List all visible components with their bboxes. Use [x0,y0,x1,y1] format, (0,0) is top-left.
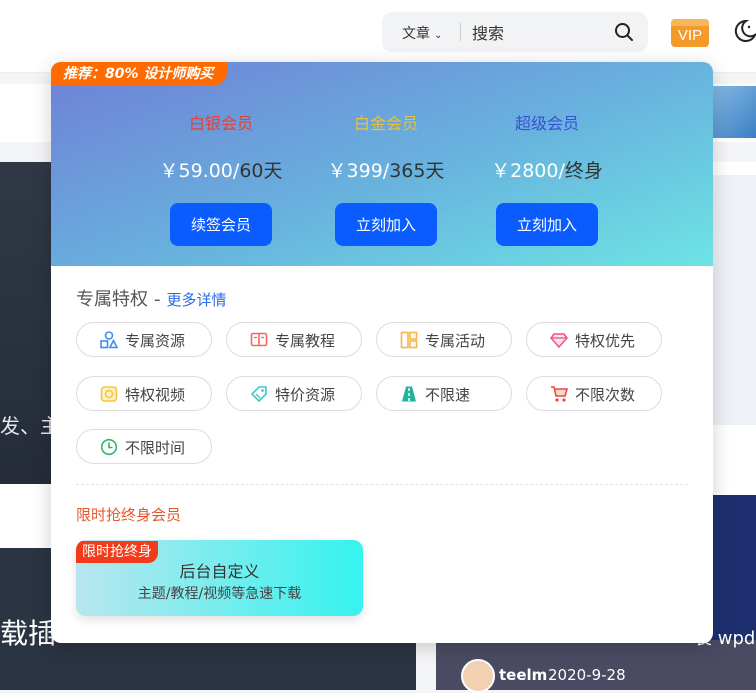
privilege-label: 不限时间 [125,439,186,457]
plan-name: 白金会员 [353,114,418,133]
layout-icon [400,331,418,349]
plans-panel: 推荐：80% 设计师购买 白银会员 ￥59.00/60天 续签会员 白金会员 ￥… [51,62,713,266]
privilege-label: 专属资源 [125,332,186,350]
privilege-item[interactable]: 专属教程 [226,322,362,357]
privilege-label: 专属活动 [425,332,486,350]
plan-price: ￥2800/终身 [467,156,627,183]
cart-icon [551,386,568,402]
section-divider [76,484,688,485]
plan-platinum: 白金会员 ￥399/365天 立刻加入 [306,110,466,246]
price-period: 终身 [564,160,603,182]
privilege-label: 不限次数 [575,386,636,404]
limited-offer-title: 限时抢终身会员 [76,506,182,524]
moon-icon[interactable] [732,18,756,44]
price-amount: ￥59.00 [159,160,233,182]
privilege-item[interactable]: 不限速 [376,376,512,411]
privilege-item[interactable]: 专属资源 [76,322,212,357]
search-input[interactable] [470,20,604,46]
background-post-title: 载插 [0,617,57,650]
diamond-icon [550,333,568,349]
title-separator: - [154,289,161,310]
vip-popup: 推荐：80% 设计师购买 白银会员 ￥59.00/60天 续签会员 白金会员 ￥… [51,62,713,643]
video-icon [100,386,118,402]
join-button[interactable]: 立刻加入 [496,203,598,246]
privilege-item[interactable]: 特价资源 [226,376,362,411]
post-date: 2020-9-28 [548,666,626,684]
promo-ribbon: 推荐：80% 设计师购买 [51,62,228,86]
search-icon[interactable] [614,22,634,42]
join-button[interactable]: 立刻加入 [335,203,437,246]
privilege-section-title: 专属特权 - 更多详情 [76,285,227,311]
search-box: 文章 ⌄ [382,12,648,52]
privilege-label: 专属教程 [275,332,336,350]
search-divider [460,23,461,41]
offer-headline: 后台自定义 [179,562,260,581]
search-type-select[interactable]: 文章 ⌄ [402,23,442,43]
plan-super: 超级会员 ￥2800/终身 立刻加入 [467,110,627,246]
author-name[interactable]: teelm [499,666,547,684]
vip-button[interactable]: VIP [671,19,709,47]
road-icon [402,386,416,402]
plan-name: 超级会员 [514,114,579,133]
tag-icon [250,386,267,403]
price-period: 365天 [389,160,445,182]
offer-description: 主题/教程/视频等急速下载 [137,586,302,602]
privilege-item[interactable]: 特权视频 [76,376,212,411]
plan-name: 白银会员 [188,114,253,133]
shapes-icon [100,331,118,349]
plan-price: ￥59.00/60天 [141,156,301,183]
price-amount: ￥2800 [491,160,559,182]
chevron-down-icon: ⌄ [434,30,443,41]
clock-icon [100,438,118,456]
privilege-item[interactable]: 不限时间 [76,429,212,464]
vip-label: VIP [677,27,703,44]
renew-button[interactable]: 续签会员 [170,203,272,246]
plan-silver: 白银会员 ￥59.00/60天 续签会员 [141,110,301,246]
privilege-label: 特价资源 [275,386,336,404]
privilege-title-text: 专属特权 [76,289,148,310]
price-period: 60天 [239,160,283,182]
privilege-label: 特权优先 [575,332,636,350]
search-type-label: 文章 [402,26,430,42]
privilege-label: 特权视频 [125,386,186,404]
book-icon [250,332,268,347]
author-avatar[interactable] [461,659,495,693]
price-amount: ￥399 [327,160,383,182]
lifetime-offer-card[interactable]: 限时抢终身 后台自定义 主题/教程/视频等急速下载 [76,540,363,616]
privilege-item[interactable]: 不限次数 [526,376,662,411]
more-details-link[interactable]: 更多详情 [167,291,227,309]
plan-price: ￥399/365天 [306,156,466,183]
privilege-label: 不限速 [425,386,471,404]
vip-badge-lid [671,19,709,26]
privilege-item[interactable]: 特权优先 [526,322,662,357]
privilege-item[interactable]: 专属活动 [376,322,512,357]
